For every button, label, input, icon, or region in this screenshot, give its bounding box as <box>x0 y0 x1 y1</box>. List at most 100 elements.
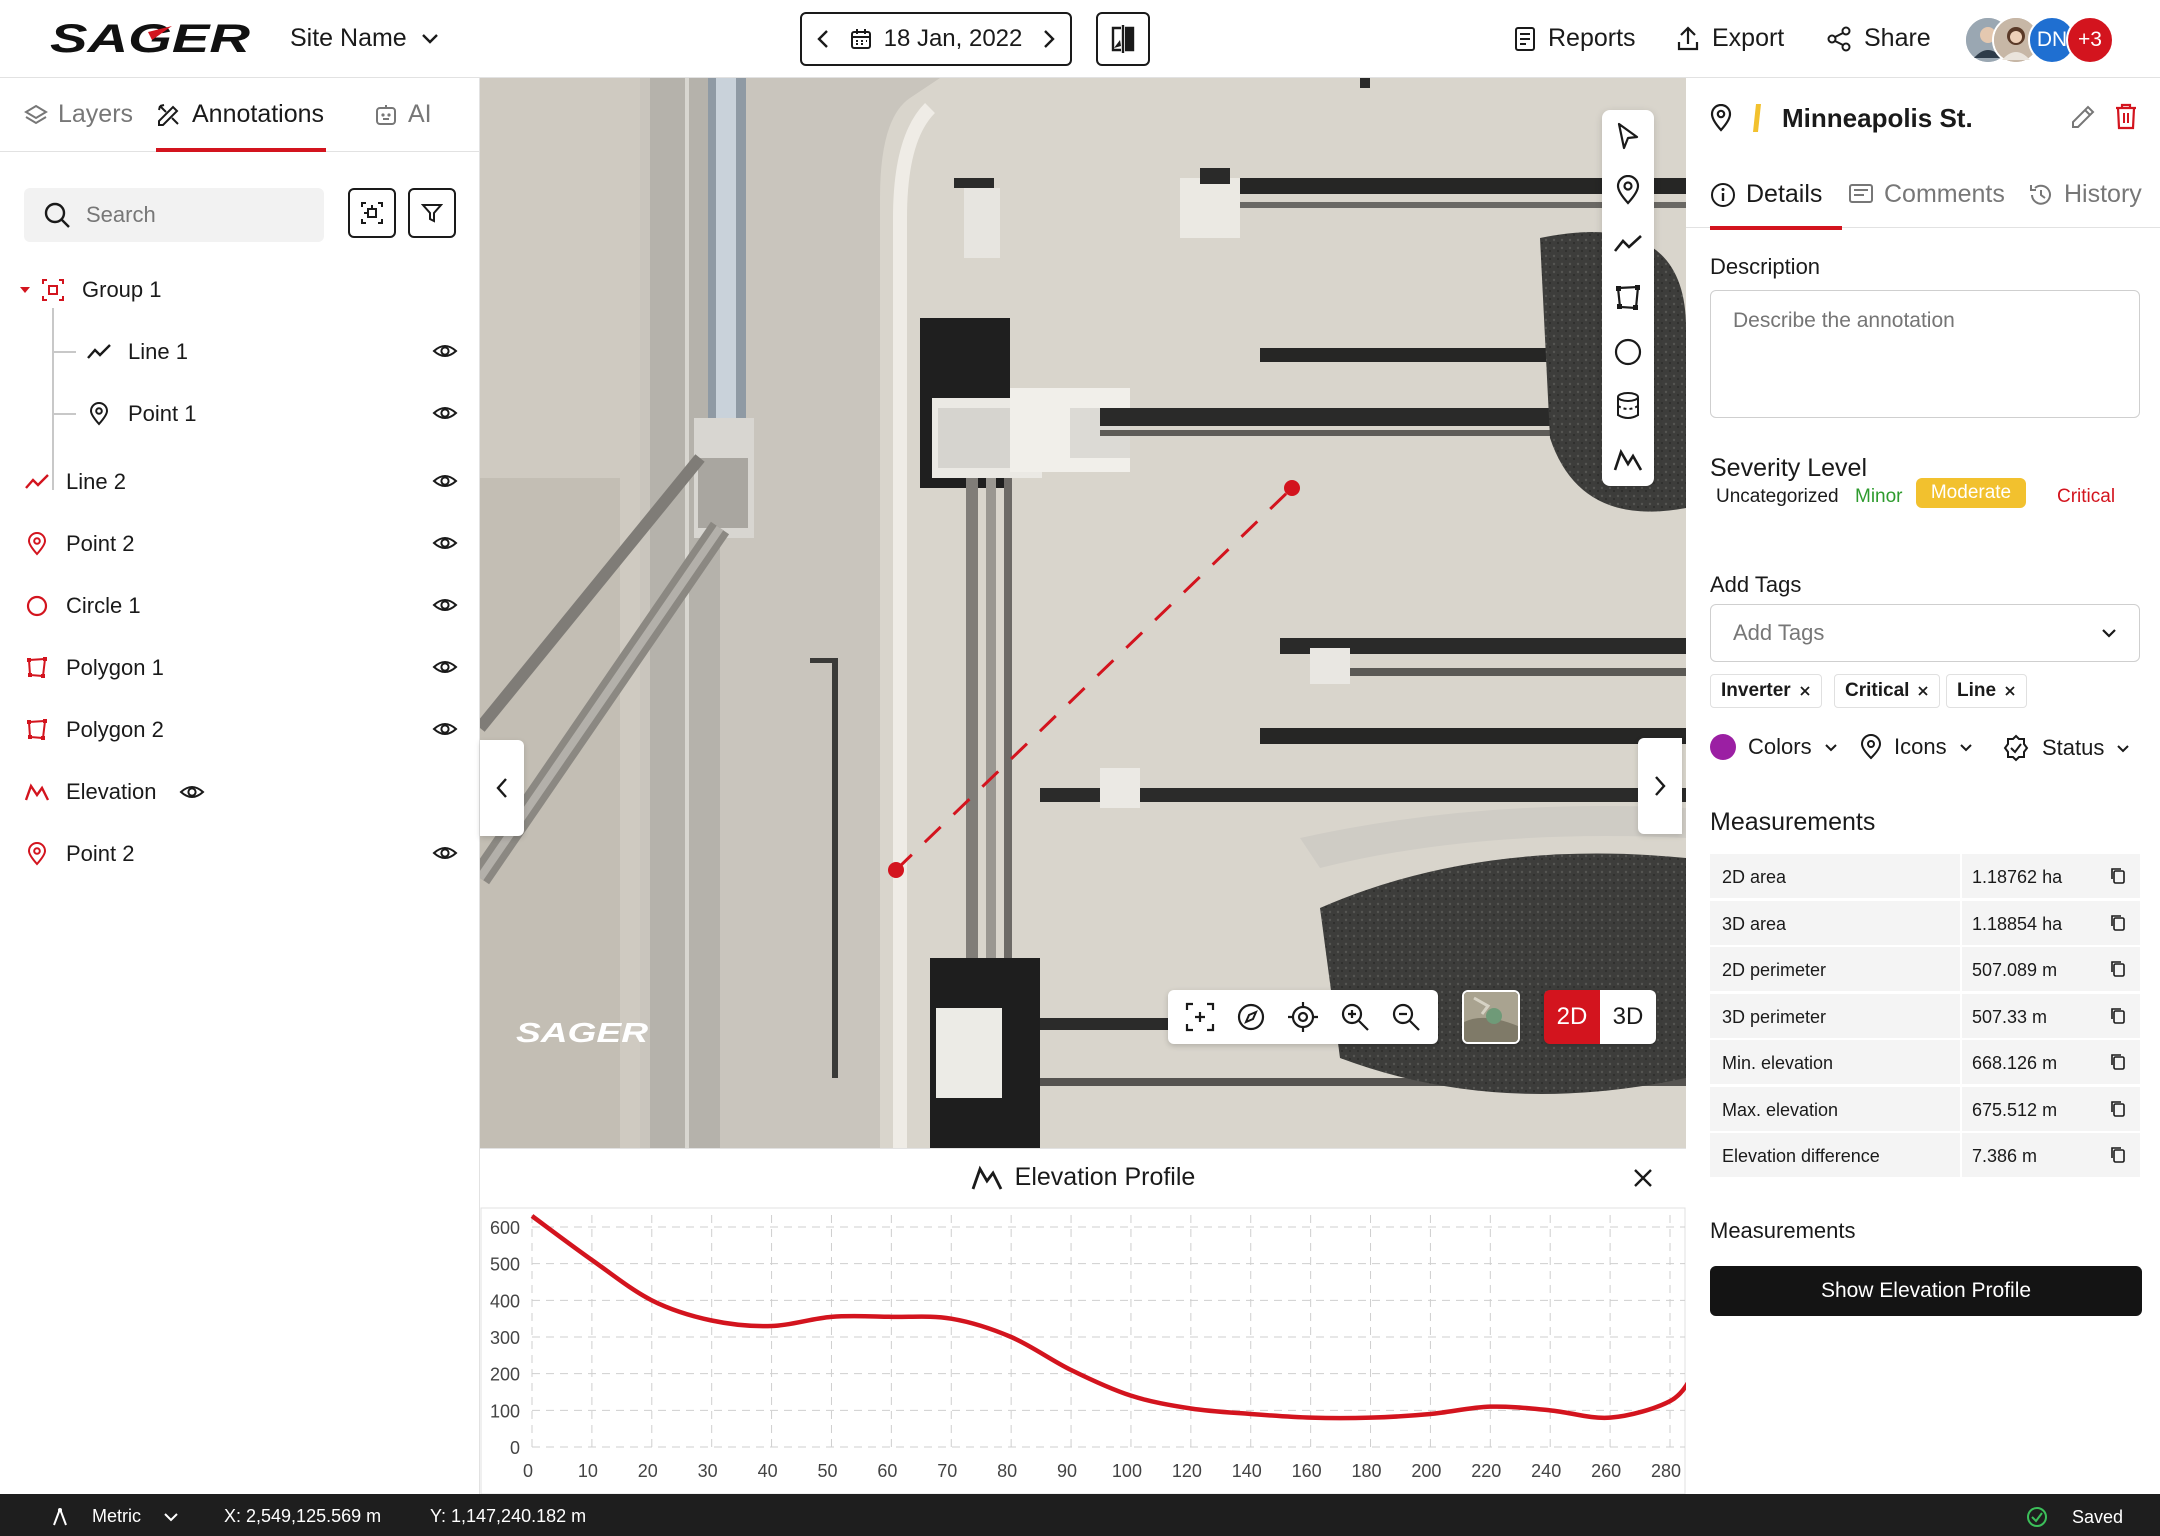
tab-comments[interactable]: Comments <box>1848 180 2005 209</box>
colors-label: Colors <box>1748 734 1812 759</box>
tree-item-line-1[interactable]: Line 1 <box>0 330 480 374</box>
tree-item-point-2b[interactable]: Point 2 <box>0 832 480 876</box>
site-selector[interactable]: Site Name <box>290 24 439 53</box>
description-textarea[interactable] <box>1710 290 2140 418</box>
polyline-icon <box>1613 235 1642 252</box>
tab-history[interactable]: History <box>2028 180 2142 209</box>
tree-item-point-1[interactable]: Point 1 <box>0 392 480 436</box>
search-input[interactable] <box>86 202 306 228</box>
severity-moderate[interactable]: Moderate <box>1916 478 2026 508</box>
tree-item-elevation[interactable]: Elevation <box>0 770 480 814</box>
copy-icon[interactable] <box>2110 867 2126 885</box>
visibility-eye-icon[interactable] <box>432 592 458 618</box>
chevron-left-icon[interactable] <box>816 29 830 49</box>
edit-pencil-icon[interactable] <box>2070 104 2096 130</box>
polygon-tool-button[interactable] <box>1612 282 1644 314</box>
copy-icon[interactable] <box>2110 1146 2126 1164</box>
close-icon[interactable] <box>1799 685 1811 697</box>
chevron-down-icon <box>2102 629 2116 638</box>
fit-extent-icon[interactable] <box>1185 1002 1215 1032</box>
show-elevation-profile-button[interactable]: Show Elevation Profile <box>1710 1266 2142 1316</box>
locate-me-icon[interactable] <box>1287 1001 1319 1033</box>
visibility-eye-icon[interactable] <box>432 338 458 364</box>
tab-details[interactable]: Details <box>1710 180 1822 209</box>
tree-item-line-2[interactable]: Line 2 <box>0 460 480 504</box>
sager-logo[interactable]: SAGER <box>48 18 258 58</box>
tab-history-label: History <box>2064 180 2142 208</box>
copy-icon[interactable] <box>2110 1007 2126 1025</box>
visibility-eye-icon[interactable] <box>432 530 458 556</box>
compare-view-button[interactable] <box>1096 12 1150 66</box>
reports-button[interactable]: Reports <box>1514 24 1636 53</box>
visibility-eye-icon[interactable] <box>432 716 458 742</box>
map-next-button[interactable] <box>1638 738 1682 834</box>
colors-dropdown[interactable]: Colors <box>1710 734 1838 760</box>
severity-minor[interactable]: Minor <box>1855 486 1903 508</box>
tree-item-polygon-2[interactable]: Polygon 2 <box>0 708 480 752</box>
volume-tool-button[interactable] <box>1612 390 1644 422</box>
visibility-eye-icon[interactable] <box>432 840 458 866</box>
history-clock-icon <box>2030 184 2051 205</box>
export-button[interactable]: Export <box>1676 24 1784 53</box>
elevation-chart[interactable]: 0 100 200 300 400 500 600 0 10 20 30 40 50 60 70 80 90 1… <box>480 1207 1686 1495</box>
tag-chip[interactable]: Line <box>1946 674 2028 708</box>
view-3d-button[interactable]: 3D <box>1600 990 1656 1044</box>
visibility-eye-icon[interactable] <box>179 779 205 805</box>
collaborator-avatars[interactable]: DN +3 <box>1964 16 2114 64</box>
compass-icon[interactable] <box>1236 1002 1266 1032</box>
select-area-button[interactable] <box>348 188 396 238</box>
column-divider <box>1960 1040 1962 1084</box>
tab-ai[interactable]: AI <box>374 100 432 129</box>
y-tick-label: 600 <box>490 1218 520 1238</box>
point-tool-button[interactable] <box>1612 174 1644 206</box>
tree-group-1[interactable]: Group 1 <box>0 268 480 312</box>
circle-tool-button[interactable] <box>1612 336 1644 368</box>
tree-item-polygon-1[interactable]: Polygon 1 <box>0 646 480 690</box>
more-users-badge[interactable]: +3 <box>2066 16 2114 64</box>
line-tool-button[interactable] <box>1612 228 1644 260</box>
zoom-out-icon[interactable] <box>1391 1002 1421 1032</box>
map-prev-button[interactable] <box>480 740 524 836</box>
chevron-right-icon[interactable] <box>1042 29 1056 49</box>
tags-dropdown[interactable]: Add Tags <box>1710 604 2140 662</box>
map-pin-icon <box>22 839 52 869</box>
icons-dropdown[interactable]: Icons <box>1860 734 1973 760</box>
select-tool-button[interactable] <box>1612 120 1644 152</box>
copy-icon[interactable] <box>2110 1053 2126 1071</box>
annotation-search[interactable] <box>24 188 324 242</box>
units-selector[interactable]: Metric <box>52 1506 179 1527</box>
basemap-thumbnail[interactable] <box>1462 990 1520 1044</box>
tree-item-point-2[interactable]: Point 2 <box>0 522 480 566</box>
tree-item-circle-1[interactable]: Circle 1 <box>0 584 480 628</box>
visibility-eye-icon[interactable] <box>432 468 458 494</box>
copy-icon[interactable] <box>2110 960 2126 978</box>
close-icon[interactable] <box>1917 685 1929 697</box>
tab-annotations[interactable]: Annotations <box>156 100 324 129</box>
tab-layers[interactable]: Layers <box>24 100 133 129</box>
filter-button[interactable] <box>408 188 456 238</box>
zoom-in-icon[interactable] <box>1340 1002 1370 1032</box>
severity-critical[interactable]: Critical <box>2057 486 2115 508</box>
status-label: Status <box>2042 735 2105 760</box>
y-tick-label: 200 <box>490 1365 520 1385</box>
caret-down-icon[interactable] <box>18 285 32 295</box>
close-icon[interactable] <box>1632 1167 1654 1189</box>
copy-icon[interactable] <box>2110 914 2126 932</box>
status-dropdown[interactable]: Status <box>2002 734 2130 762</box>
column-divider <box>1960 900 1962 945</box>
copy-icon[interactable] <box>2110 1100 2126 1118</box>
date-picker[interactable]: 18 Jan, 2022 <box>800 12 1072 66</box>
visibility-eye-icon[interactable] <box>432 654 458 680</box>
trash-icon[interactable] <box>2114 102 2138 130</box>
close-icon[interactable] <box>2004 685 2016 697</box>
view-2d-button[interactable]: 2D <box>1544 990 1600 1044</box>
severity-uncategorized[interactable]: Uncategorized <box>1716 486 1839 508</box>
map-viewport[interactable] <box>480 78 1686 1148</box>
tag-chip[interactable]: Critical <box>1834 674 1941 708</box>
chevron-down-icon <box>164 1512 178 1521</box>
measurement-label: 3D perimeter <box>1722 1006 1827 1027</box>
tag-chip[interactable]: Inverter <box>1710 674 1822 708</box>
share-button[interactable]: Share <box>1826 24 1931 53</box>
visibility-eye-icon[interactable] <box>432 400 458 426</box>
elevation-tool-button[interactable] <box>1612 444 1644 476</box>
